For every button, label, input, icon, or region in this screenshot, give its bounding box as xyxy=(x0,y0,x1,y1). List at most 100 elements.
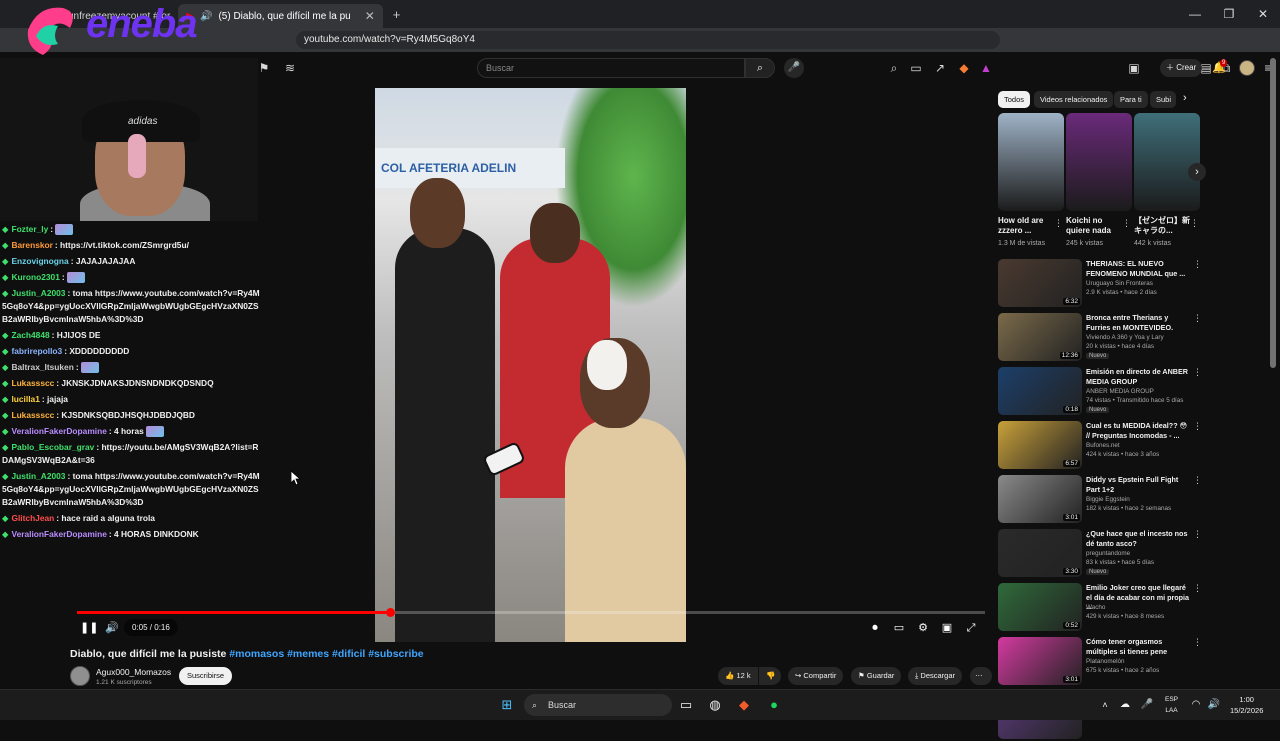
video-thumbnail[interactable]: 6:32 xyxy=(998,259,1082,307)
search-button[interactable]: ⌕ xyxy=(745,58,775,78)
video-thumbnail[interactable]: 12:36 xyxy=(998,313,1082,361)
channel-avatar[interactable] xyxy=(70,666,90,686)
chat-username[interactable]: Lukassscc xyxy=(11,410,54,420)
video-thumbnail[interactable]: 0:52 xyxy=(998,583,1082,631)
dislike-button[interactable]: 👎 xyxy=(759,667,781,685)
video-thumbnail[interactable]: 6:57 xyxy=(998,421,1082,469)
video-thumbnail[interactable]: 3:30 xyxy=(998,529,1082,577)
brave-browser-icon[interactable]: ◆ xyxy=(734,695,754,715)
video-menu-icon[interactable]: ⋮ xyxy=(1193,637,1202,648)
recommended-video[interactable]: 6:32 THERIANS: EL NUEVO FENOMENO MUNDIAL … xyxy=(998,259,1203,309)
autoplay-toggle[interactable]: ⏺ xyxy=(866,620,884,636)
chat-username[interactable]: Enzovignogna xyxy=(11,256,68,266)
tray-chevron-icon[interactable]: ˄ xyxy=(1095,695,1115,715)
app-icon[interactable]: ◍ xyxy=(705,695,725,715)
video-title[interactable]: THERIANS: EL NUEVO FENOMENO MUNDIAL que … xyxy=(1086,259,1190,278)
short-title[interactable]: Koichi no quiere nada xyxy=(1066,216,1122,236)
short-title[interactable]: How old are zzzero ... xyxy=(998,216,1054,236)
new-tab-button[interactable]: + xyxy=(393,7,401,22)
pause-button[interactable]: ❚❚ xyxy=(80,620,98,636)
filter-chip[interactable]: Para ti xyxy=(1114,91,1148,108)
cloud-icon[interactable]: ☁ xyxy=(1115,695,1135,715)
channel-name[interactable]: preguntandome xyxy=(1086,550,1130,557)
spotify-icon[interactable]: ● xyxy=(764,695,784,715)
video-thumbnail[interactable]: 0:18 xyxy=(998,367,1082,415)
speaker-icon[interactable]: 🔊 xyxy=(1204,695,1224,715)
download-button[interactable]: ⤓ Descargar xyxy=(908,667,963,685)
recommended-video[interactable]: 12:36 Bronca entre Therians y Furries en … xyxy=(998,313,1203,363)
chat-username[interactable]: Zach4848 xyxy=(11,330,49,340)
maximize-button[interactable]: ❐ xyxy=(1212,0,1246,28)
recommended-video[interactable]: 0:52 Emilio Joker creo que llegaré el día… xyxy=(998,583,1203,633)
chat-username[interactable]: VeralionFakerDopamine xyxy=(11,426,106,436)
wifi-icon[interactable]: ◠ xyxy=(1186,695,1206,715)
close-tab-icon[interactable]: ✕ xyxy=(365,9,375,23)
language-indicator[interactable]: ESP LAA xyxy=(1165,694,1178,716)
brave-shield-icon[interactable]: ◆ xyxy=(954,58,974,78)
filter-chip[interactable]: Videos relacionados xyxy=(1034,91,1114,108)
channel-name[interactable]: Viviendo A 360 y Yoa y Lary xyxy=(1086,334,1164,341)
video-title[interactable]: ¿Que hace que el incesto nos dé tanto as… xyxy=(1086,529,1190,548)
chat-username[interactable]: Justin_A2003 xyxy=(11,471,65,481)
recommended-video[interactable]: 3:01 Diddy vs Epstein Full Fight Part 1+2… xyxy=(998,475,1203,525)
save-button[interactable]: ⚑ Guardar xyxy=(851,667,902,685)
video-title[interactable]: Cual es tu MEDIDA ideal?? 😳 // Preguntas… xyxy=(1086,421,1190,440)
chips-next-icon[interactable]: › xyxy=(1183,92,1187,104)
short-menu-icon[interactable]: ⋮ xyxy=(1054,218,1063,229)
cast-icon[interactable]: ▭ xyxy=(906,58,926,78)
video-menu-icon[interactable]: ⋮ xyxy=(1193,475,1202,486)
chat-username[interactable]: GlitchJean xyxy=(11,513,54,523)
close-window-button[interactable]: ✕ xyxy=(1246,0,1280,28)
chat-username[interactable]: lucilla1 xyxy=(11,394,39,404)
more-actions-button[interactable]: ⋯ xyxy=(970,667,992,685)
channel-name[interactable]: ANBER MEDIA GROUP xyxy=(1086,388,1154,395)
chat-username[interactable]: Justin_A2003 xyxy=(11,288,65,298)
like-button[interactable]: 👍 12 k xyxy=(718,667,758,685)
chat-username[interactable]: fabrirepollo3 xyxy=(11,346,62,356)
recommended-video[interactable]: 3:30 ¿Que hace que el incesto nos dé tant… xyxy=(998,529,1203,579)
video-menu-icon[interactable]: ⋮ xyxy=(1193,313,1202,324)
chat-username[interactable]: Fozter_ly xyxy=(11,224,48,234)
channel-name[interactable]: Wacho xyxy=(1086,604,1105,611)
video-hashtags[interactable]: #momasos #memes #dificil #subscribe xyxy=(229,648,423,660)
subtitles-icon[interactable]: ▭ xyxy=(891,620,907,636)
progress-bar[interactable] xyxy=(77,608,985,617)
page-scrollbar[interactable] xyxy=(1270,58,1276,368)
video-title[interactable]: Bronca entre Therians y Furries en MONTE… xyxy=(1086,313,1190,332)
chat-username[interactable]: Barenskor xyxy=(11,240,52,250)
video-title[interactable]: Diddy vs Epstein Full Fight Part 1+2 xyxy=(1086,475,1190,494)
channel-name[interactable]: Agux000_Momazos xyxy=(96,667,171,677)
chat-username[interactable]: Lukassscc xyxy=(11,378,54,388)
short-thumbnail[interactable] xyxy=(1066,113,1132,211)
recommended-video[interactable]: 3:01 Cómo tener orgasmos múltiples si tie… xyxy=(998,637,1203,687)
create-button[interactable]: ＋ Crear xyxy=(1160,59,1203,77)
video-frame[interactable]: COL AFETERIA ADELIN xyxy=(375,88,686,642)
video-title[interactable]: Cómo tener orgasmos múltiples si tienes … xyxy=(1086,637,1190,656)
video-menu-icon[interactable]: ⋮ xyxy=(1193,421,1202,432)
zoom-icon[interactable]: ⌕ xyxy=(884,58,904,78)
filter-chip[interactable]: Subi xyxy=(1150,91,1176,108)
sidebar-toggle-icon[interactable]: ▣ xyxy=(1124,58,1144,78)
system-clock[interactable]: 1:00 15/2/2026 xyxy=(1230,694,1263,716)
volume-icon[interactable]: 🔊 xyxy=(104,620,120,636)
share-icon[interactable]: ↗ xyxy=(930,58,950,78)
short-thumbnail[interactable] xyxy=(998,113,1064,211)
yt-search-input[interactable]: Buscar xyxy=(477,58,745,78)
account-avatar[interactable] xyxy=(1239,60,1255,76)
recommended-video[interactable]: 6:57 Cual es tu MEDIDA ideal?? 😳 // Pregu… xyxy=(998,421,1203,471)
video-menu-icon[interactable]: ⋮ xyxy=(1193,529,1202,540)
url-field[interactable]: youtube.com/watch?v=Ry4M5Gq8oY4 xyxy=(296,31,1000,49)
site-info-icon[interactable]: ≋ xyxy=(280,58,300,78)
short-menu-icon[interactable]: ⋮ xyxy=(1190,218,1199,229)
chat-username[interactable]: Kurono2301 xyxy=(11,272,59,282)
video-menu-icon[interactable]: ⋮ xyxy=(1193,367,1202,378)
task-view-icon[interactable]: ▭ xyxy=(676,695,696,715)
chat-username[interactable]: VeralionFakerDopamine xyxy=(11,529,106,539)
channel-name[interactable]: Bufones.net xyxy=(1086,442,1120,449)
channel-name[interactable]: Platanomelón xyxy=(1086,658,1125,665)
recommended-video[interactable]: 0:18 Emisión en directo de ANBER MEDIA GR… xyxy=(998,367,1203,417)
channel-name[interactable]: Biggie Eggstein xyxy=(1086,496,1130,503)
video-menu-icon[interactable]: ⋮ xyxy=(1193,583,1202,594)
notifications-button[interactable]: 🔔 9 xyxy=(1211,59,1228,77)
video-title[interactable]: Emisión en directo de ANBER MEDIA GROUP xyxy=(1086,367,1190,386)
